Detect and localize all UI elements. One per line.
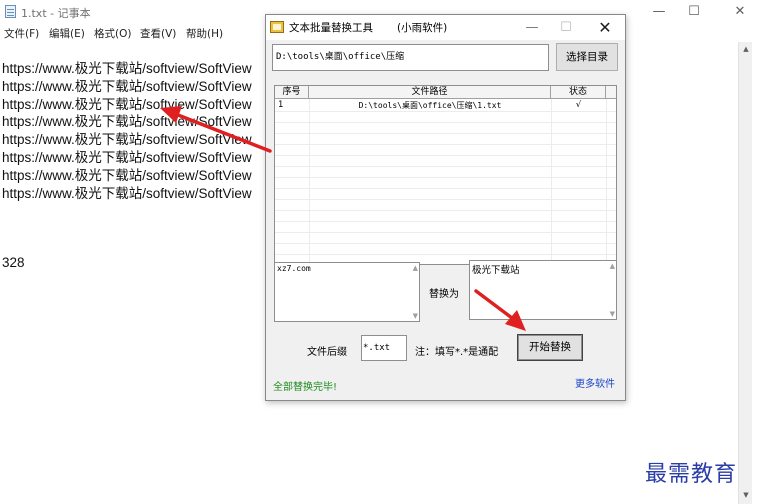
grid-divider [275, 254, 616, 255]
column-header-number[interactable]: 序号 [275, 86, 309, 99]
start-replace-button[interactable]: 开始替换 [517, 334, 583, 361]
grid-divider [275, 144, 616, 145]
replace-tool-dialog: 文本批量替换工具 (小雨软件) — ☐ ✕ D:\tools\桌面\office… [265, 14, 626, 401]
replace-text-input[interactable]: 极光下载站 ▲ ▼ [469, 260, 617, 320]
notepad-close-button[interactable]: ✕ [717, 0, 763, 24]
cell-number: 1 [278, 100, 284, 110]
dialog-title: 文本批量替换工具 [289, 22, 373, 34]
text-line: https://www.极光下载站/softview/SoftView [2, 149, 252, 165]
menu-file[interactable]: 文件(F) [4, 26, 39, 41]
menu-format[interactable]: 格式(O) [94, 26, 131, 41]
dialog-titlebar: 文本批量替换工具 (小雨软件) — ☐ ✕ [266, 15, 625, 40]
find-text-value: xz7.com [277, 264, 311, 273]
grid-divider [275, 111, 616, 112]
grid-divider [275, 188, 616, 189]
text-line: https://www.极光下载站/softview/SoftView [2, 185, 252, 201]
find-text-input[interactable]: xz7.com ▲ ▼ [274, 262, 420, 322]
scroll-down-arrow-icon[interactable]: ▼ [739, 488, 753, 502]
grid-divider [551, 99, 552, 264]
text-line: https://www.极光下载站/softview/SoftView [2, 61, 252, 76]
grid-divider [275, 133, 616, 134]
more-software-link[interactable]: 更多软件 [575, 375, 615, 390]
column-header-status[interactable]: 状态 [551, 86, 606, 99]
grid-divider [309, 99, 310, 264]
watermark-text: 最需教育 [645, 462, 738, 487]
grid-divider [275, 243, 616, 244]
grid-divider [275, 199, 616, 200]
file-suffix-input[interactable]: *.txt [361, 335, 407, 361]
text-line: https://www.极光下载站/softview/SoftView [2, 132, 252, 148]
replace-with-label: 替换为 [429, 289, 459, 300]
notepad-maximize-button[interactable]: ☐ [671, 0, 717, 24]
menu-help[interactable]: 帮助(H) [186, 26, 223, 41]
select-directory-button[interactable]: 选择目录 [556, 43, 618, 71]
wildcard-note: 注：填写*.*是通配 [415, 347, 499, 358]
directory-path-input[interactable]: D:\tools\桌面\office\压缩 [272, 44, 549, 71]
dialog-subtitle: (小雨软件) [397, 22, 448, 34]
column-header-path[interactable]: 文件路径 [309, 86, 551, 99]
status-message: 全部替换完毕! [273, 382, 338, 393]
scroll-up-arrow-icon[interactable]: ▲ [610, 262, 615, 270]
file-list-table[interactable]: 序号 文件路径 状态 1 D:\tools\桌面\office\压缩\1.txt… [274, 85, 617, 265]
find-text-scrollbar[interactable]: ▲ ▼ [407, 263, 419, 321]
grid-divider [275, 210, 616, 211]
scroll-down-arrow-icon[interactable]: ▼ [610, 310, 615, 318]
file-suffix-label: 文件后缀 [307, 347, 347, 358]
grid-divider [275, 122, 616, 123]
table-row[interactable]: 1 D:\tools\桌面\office\压缩\1.txt √ [275, 100, 616, 111]
text-line-number: 328 [2, 255, 25, 270]
grid-divider [275, 166, 616, 167]
grid-divider [275, 232, 616, 233]
dialog-minimize-button[interactable]: — [515, 15, 549, 40]
text-line: https://www.极光下载站/softview/SoftView [2, 114, 252, 130]
text-line: https://www.极光下载站/softview/SoftView [2, 96, 252, 112]
notepad-title: 1.txt - 记事本 [21, 7, 91, 20]
text-line: https://www.极光下载站/softview/SoftView [2, 78, 252, 94]
scroll-up-arrow-icon[interactable]: ▲ [739, 42, 753, 56]
grid-divider [275, 221, 616, 222]
scroll-up-arrow-icon[interactable]: ▲ [413, 264, 418, 272]
cell-status-check: √ [575, 100, 582, 110]
notepad-vertical-scrollbar[interactable]: ▲ ▼ [738, 42, 752, 504]
replace-text-value: 极光下载站 [472, 265, 520, 276]
table-header: 序号 文件路径 状态 [275, 86, 616, 99]
text-line: https://www.极光下载站/softview/SoftView [2, 167, 252, 183]
grid-divider [606, 99, 607, 264]
cell-file-path: D:\tools\桌面\office\压缩\1.txt [358, 101, 502, 110]
dialog-maximize-button: ☐ [560, 20, 572, 35]
grid-divider [275, 155, 616, 156]
menu-view[interactable]: 查看(V) [140, 26, 176, 41]
dialog-close-button[interactable]: ✕ [588, 15, 622, 40]
notepad-icon [5, 5, 16, 18]
scroll-down-arrow-icon[interactable]: ▼ [413, 312, 418, 320]
app-folder-icon [270, 21, 284, 33]
menu-edit[interactable]: 编辑(E) [49, 26, 85, 41]
replace-text-scrollbar[interactable]: ▲ ▼ [604, 261, 616, 319]
grid-divider [275, 177, 616, 178]
